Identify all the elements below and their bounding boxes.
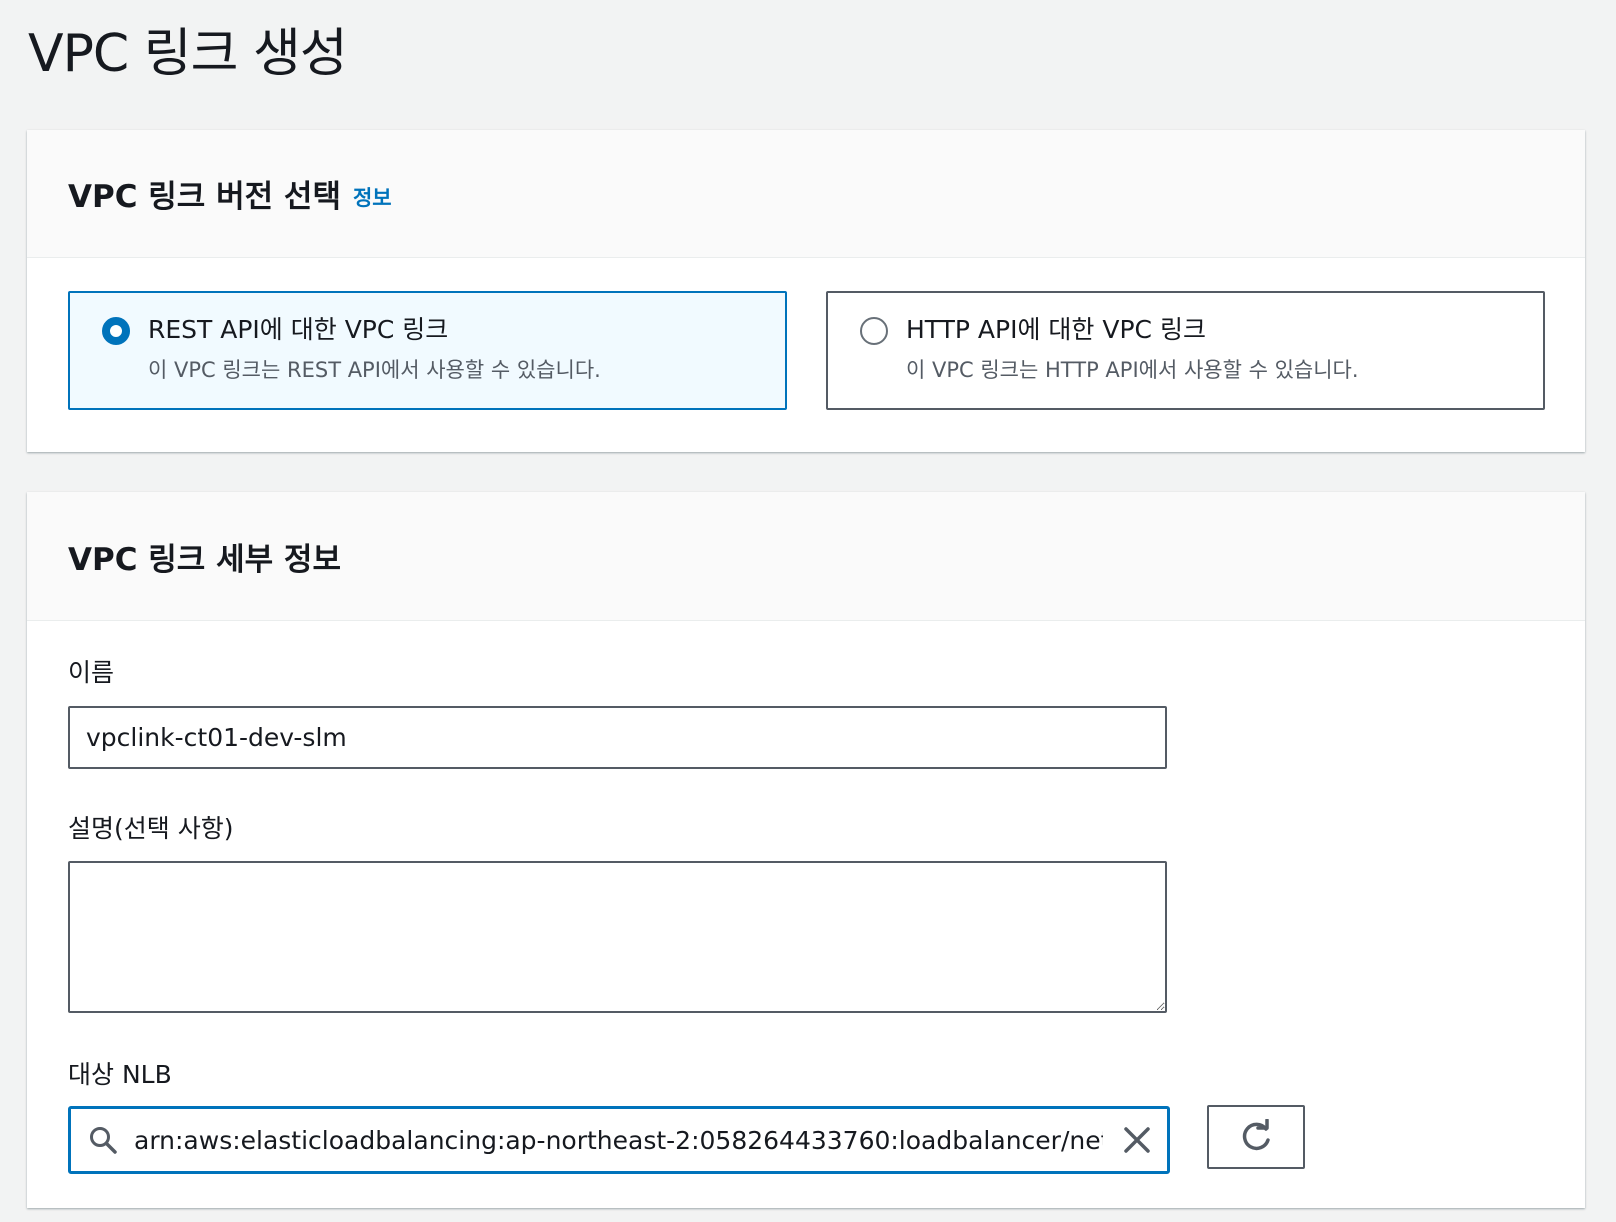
details-panel-header: VPC 링크 세부 정보 [27,492,1585,621]
target-nlb-label: 대상 NLB [68,1060,172,1089]
name-label: 이름 [68,658,115,687]
http-api-option-label: HTTP API에 대한 VPC 링크 [906,315,1206,344]
refresh-icon [1242,1119,1270,1151]
info-link[interactable]: 정보 [353,182,392,212]
description-textarea[interactable] [68,861,1167,1013]
rest-api-option-label: REST API에 대한 VPC 링크 [148,315,449,344]
details-panel: VPC 링크 세부 정보 이름 설명(선택 사항) 대상 NLB arn:aws… [27,492,1585,1208]
rest-api-option-description: 이 VPC 링크는 REST API에서 사용할 수 있습니다. [148,358,601,382]
version-panel-title: VPC 링크 버전 선택 [68,179,341,215]
rest-api-option-tile[interactable]: REST API에 대한 VPC 링크 이 VPC 링크는 REST API에서… [68,291,787,410]
rest-api-radio[interactable] [102,317,130,345]
http-api-radio[interactable] [860,317,888,345]
details-panel-title: VPC 링크 세부 정보 [68,541,341,578]
http-api-option-description: 이 VPC 링크는 HTTP API에서 사용할 수 있습니다. [906,358,1359,382]
description-label: 설명(선택 사항) [68,814,234,843]
http-api-option-tile[interactable]: HTTP API에 대한 VPC 링크 이 VPC 링크는 HTTP API에서… [826,291,1545,410]
name-input[interactable] [68,706,1167,769]
target-nlb-value[interactable]: arn:aws:elasticloadbalancing:ap-northeas… [134,1126,1103,1155]
refresh-button[interactable] [1207,1105,1305,1169]
search-icon [90,1127,117,1154]
close-icon[interactable] [1121,1124,1153,1156]
version-panel-header: VPC 링크 버전 선택 정보 [27,130,1585,258]
version-selection-panel: VPC 링크 버전 선택 정보 REST API에 대한 VPC 링크 이 VP… [27,130,1585,452]
target-nlb-search-input[interactable]: arn:aws:elasticloadbalancing:ap-northeas… [68,1106,1170,1174]
page-title: VPC 링크 생성 [28,24,348,84]
